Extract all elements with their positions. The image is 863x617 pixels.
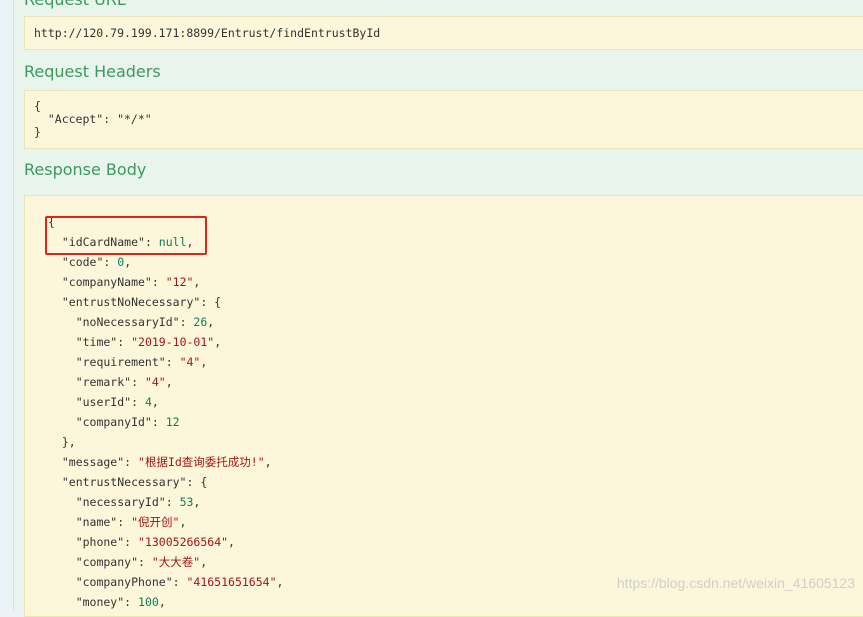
json-key: "entrustNecessary"	[48, 475, 187, 489]
json-key: "time"	[48, 335, 118, 349]
response-body-box: { "idCardName": null, "code": 0, "compan…	[24, 195, 863, 617]
json-punct: : {	[186, 475, 208, 489]
response-body-line: "entrustNoNecessary": {	[48, 292, 221, 312]
request-headers-box: { "Accept": "*/*" }	[24, 90, 863, 149]
json-punct: :	[103, 255, 118, 269]
response-body-line: "requirement": "4",	[48, 352, 208, 372]
json-number: 53	[179, 495, 194, 509]
response-body-line: "remark": "4",	[48, 372, 173, 392]
json-punct: ,	[200, 355, 208, 369]
json-key: "requirement"	[48, 355, 166, 369]
request-url-value[interactable]: http://120.79.199.171:8899/Entrust/findE…	[34, 26, 380, 40]
highlight-box	[45, 216, 207, 255]
json-punct: ,	[193, 495, 201, 509]
json-number: 100	[138, 595, 159, 609]
json-string: "12"	[165, 275, 194, 289]
request-headers-line: }	[34, 125, 41, 139]
json-punct: :	[172, 575, 187, 589]
json-key: "companyPhone"	[48, 575, 173, 589]
json-key: "remark"	[48, 375, 132, 389]
json-punct: :	[151, 275, 166, 289]
json-punct: :	[131, 395, 145, 409]
json-punct: :	[165, 495, 180, 509]
json-punct: ,	[151, 395, 159, 409]
response-body-line: "message": "根据Id查询委托成功!",	[48, 452, 272, 472]
response-body-line: "phone": "13005266564",	[48, 532, 235, 552]
request-url-heading: Request URL	[24, 0, 126, 9]
request-headers-line: "Accept": "*/*"	[34, 112, 152, 126]
json-key: "message"	[48, 455, 125, 469]
response-body-line: "name": "倪开创",	[48, 512, 187, 532]
request-url-box[interactable]: http://120.79.199.171:8899/Entrust/findE…	[24, 16, 863, 50]
response-body-line: "entrustNecessary": {	[48, 472, 207, 492]
response-body-line: "noNecessaryId": 26,	[48, 312, 215, 332]
response-body-line: "code": 0,	[48, 252, 131, 272]
json-punct: :	[165, 355, 180, 369]
json-key: "userId"	[48, 395, 132, 409]
json-punct: ,	[207, 315, 215, 329]
request-headers-heading: Request Headers	[24, 62, 161, 81]
json-number: 4	[144, 395, 152, 409]
response-body-line: "companyId": 12	[48, 412, 180, 432]
watermark: https://blog.csdn.net/weixin_41605123	[616, 575, 855, 591]
json-punct: ,	[124, 255, 132, 269]
json-punct: ,	[228, 535, 235, 549]
response-body-line: "companyName": "12",	[48, 272, 201, 292]
json-key: "companyId"	[48, 415, 152, 429]
json-string: "根据Id查询委托成功!"	[138, 455, 265, 469]
json-punct: :	[124, 535, 139, 549]
json-key: "name"	[48, 515, 118, 529]
json-key: "code"	[48, 255, 104, 269]
json-punct: },	[48, 435, 76, 449]
response-body-line: },	[48, 432, 76, 452]
json-key: "companyName"	[48, 275, 152, 289]
response-body-line: "money": 100,	[48, 592, 166, 612]
json-punct: :	[151, 415, 166, 429]
json-punct: :	[138, 555, 152, 569]
json-punct: ,	[165, 375, 173, 389]
json-key: "noNecessaryId"	[48, 315, 180, 329]
json-string: "41651651654"	[186, 575, 277, 589]
json-punct: ,	[193, 275, 201, 289]
json-key: "company"	[48, 555, 139, 569]
json-string: "大大卷"	[151, 555, 201, 569]
json-punct: :	[124, 455, 139, 469]
json-string: "2019-10-01"	[131, 335, 215, 349]
json-string: "倪开创"	[131, 515, 180, 529]
json-punct: :	[131, 375, 145, 389]
json-string: "4"	[144, 375, 166, 389]
json-punct: : {	[200, 295, 222, 309]
json-string: "4"	[179, 355, 201, 369]
json-number: 12	[165, 415, 180, 429]
json-key: "phone"	[48, 535, 125, 549]
response-body-line: "company": "大大卷",	[48, 552, 207, 572]
json-punct: ,	[158, 595, 166, 609]
response-body-line: "userId": 4,	[48, 392, 159, 412]
json-key: "entrustNoNecessary"	[48, 295, 201, 309]
json-punct: ,	[276, 575, 284, 589]
response-body-line: "companyPhone": "41651651654",	[48, 572, 284, 592]
json-key: "money"	[48, 595, 125, 609]
json-number: 26	[193, 315, 208, 329]
response-body-line: "necessaryId": 53,	[48, 492, 201, 512]
json-punct: :	[117, 515, 132, 529]
response-body-line: "time": "2019-10-01",	[48, 332, 221, 352]
json-key: "necessaryId"	[48, 495, 166, 509]
json-punct: :	[179, 315, 194, 329]
json-punct: :	[117, 335, 132, 349]
json-punct: ,	[179, 515, 187, 529]
json-string: "13005266564"	[138, 535, 229, 549]
response-body-heading: Response Body	[24, 160, 147, 179]
json-punct: ,	[214, 335, 222, 349]
json-punct: :	[124, 595, 139, 609]
json-punct: ,	[264, 455, 272, 469]
json-punct: ,	[200, 555, 208, 569]
